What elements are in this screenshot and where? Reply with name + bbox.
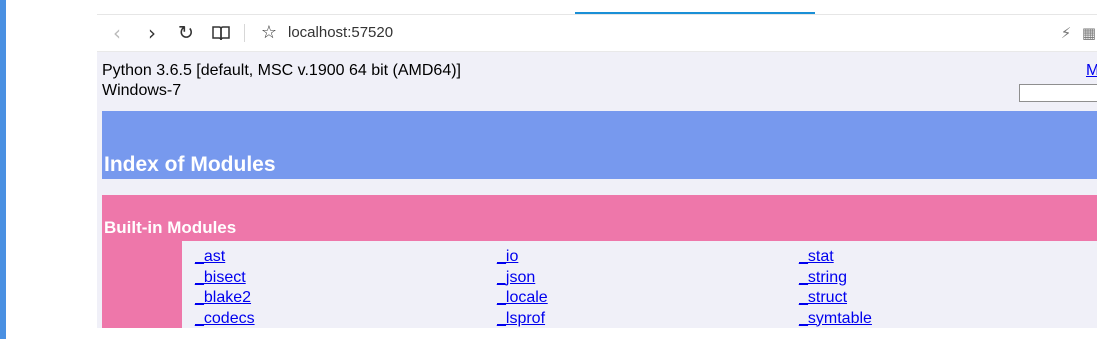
python-version-text: Python 3.6.5 [default, MSC v.1900 64 bit… [102,62,461,79]
grid-icon[interactable]: ▦ [1080,22,1097,44]
module-link[interactable]: _symtable [799,309,1089,329]
module-link[interactable]: _io [497,247,787,268]
module-link[interactable]: _string [799,268,1089,289]
module-column-2: _io _json _locale _lsprof [497,247,787,328]
refresh-icon[interactable]: ↻ [176,22,196,44]
module-link[interactable]: _bisect [195,268,485,289]
address-bar[interactable]: localhost:57520 [288,22,393,44]
screen: ‹ › ↻ ☆ localhost:57520 ⚡ ▦ Python 3.6.5… [0,0,1110,339]
module-link[interactable]: _lsprof [497,309,787,329]
pydoc-page: Python 3.6.5 [default, MSC v.1900 64 bit… [97,52,1097,328]
favorite-star-icon[interactable]: ☆ [259,22,279,44]
toolbar-separator [244,24,245,42]
module-link[interactable]: _codecs [195,309,485,329]
os-info-text: Windows-7 [102,82,182,99]
module-link[interactable]: _locale [497,288,787,309]
module-link[interactable]: _stat [799,247,1089,268]
reading-view-icon[interactable] [210,22,232,44]
section-title: Built-in Modules [104,218,237,237]
top-right-link[interactable]: M [1086,61,1097,81]
module-list: _ast _bisect _blake2 _codecs _io _json _… [182,241,1097,328]
browser-window: ‹ › ↻ ☆ localhost:57520 ⚡ ▦ Python 3.6.5… [97,14,1097,328]
forward-arrow-icon[interactable]: › [142,22,162,44]
index-heading-band: Index of Modules [102,111,1097,179]
module-link[interactable]: _struct [799,288,1089,309]
back-arrow-icon[interactable]: ‹ [107,22,127,44]
module-link[interactable]: _ast [195,247,485,268]
bolt-icon[interactable]: ⚡ [1057,22,1075,44]
section-left-margin [102,241,182,328]
builtin-modules-section-header: Built-in Modules [102,195,1097,241]
search-input[interactable] [1019,84,1097,102]
module-column-1: _ast _bisect _blake2 _codecs [195,247,485,328]
window-edge-accent [0,0,6,339]
system-info: Python 3.6.5 [default, MSC v.1900 64 bit… [102,61,622,101]
module-link[interactable]: _json [497,268,787,289]
browser-toolbar: ‹ › ↻ ☆ localhost:57520 ⚡ ▦ [97,15,1097,52]
module-link[interactable]: _blake2 [195,288,485,309]
module-column-3: _stat _string _struct _symtable [799,247,1089,328]
page-title: Index of Modules [104,153,276,176]
